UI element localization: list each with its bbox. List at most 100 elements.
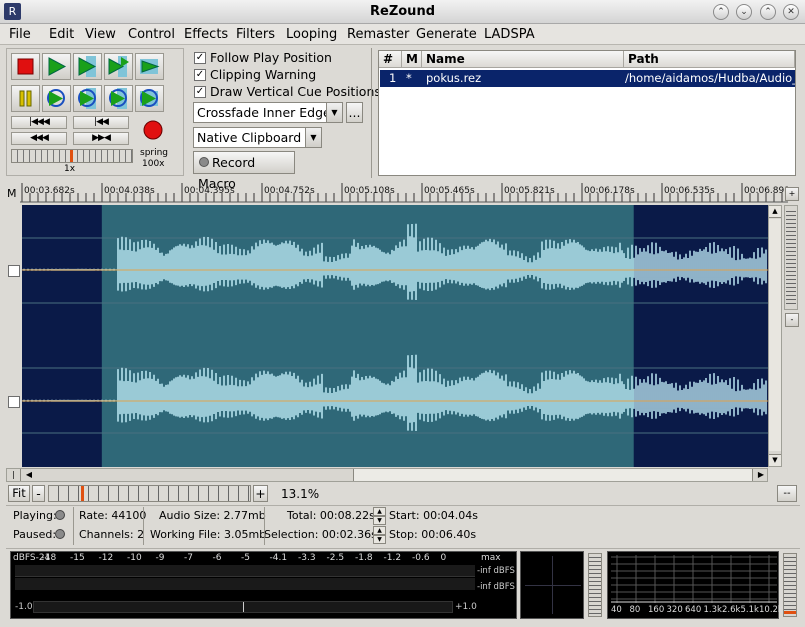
scroll-up-icon[interactable]: ⌃: [713, 4, 729, 20]
chevron-down-icon[interactable]: ▼: [305, 128, 321, 147]
rewind-button[interactable]: ◀◀◀: [11, 132, 67, 145]
column-header-modified[interactable]: M: [402, 51, 422, 68]
loop-gap-button[interactable]: [135, 85, 164, 112]
meter-scale-label: max: [481, 553, 501, 563]
ruler-tick-label: 00:04.752s: [264, 186, 315, 196]
column-header-path[interactable]: Path: [624, 51, 795, 68]
play-all-once-button[interactable]: [42, 53, 71, 80]
zoom-out-button[interactable]: -: [32, 485, 45, 502]
vertical-zoom-slider[interactable]: [784, 205, 798, 310]
stop-down-icon[interactable]: ▼: [373, 535, 386, 544]
analyzer-band-label: 320: [666, 605, 683, 615]
analyzer-zoom-thumb[interactable]: [784, 611, 796, 614]
meter-scale-label: -12: [98, 553, 114, 563]
record-macro-button[interactable]: Record Macro: [193, 151, 295, 191]
menu-looping[interactable]: Looping: [286, 27, 337, 42]
horizontal-scrollbar[interactable]: | ◀ ▶: [6, 468, 768, 482]
start-stepper[interactable]: ▲ ▼: [373, 507, 386, 525]
horizontal-scrollbar-thumb[interactable]: [353, 469, 753, 481]
chevron-down-icon[interactable]: ▼: [326, 103, 342, 122]
jump-to-beginning-button[interactable]: |◀◀◀: [11, 116, 67, 129]
zoom-percent: 13.1%: [281, 487, 320, 501]
loop-selection-button[interactable]: [73, 85, 102, 112]
meter-scale-label: -15: [70, 553, 85, 563]
zoom-in-vertical-button[interactable]: +: [785, 187, 799, 201]
clipping-warning-checkbox[interactable]: ✓: [194, 69, 206, 81]
waveform-vertical-scrollbar[interactable]: ▲ ▼: [768, 205, 782, 467]
ruler-tick-label: 00:06.178s: [584, 186, 635, 196]
waveform-view[interactable]: [22, 205, 768, 467]
total-length: Total: 00:08.22s: [287, 509, 375, 522]
ruler-tick-label: 00:04.038s: [104, 186, 155, 196]
horizontal-zoom-thumb[interactable]: [81, 486, 84, 501]
vertical-zoom-track: [786, 208, 796, 306]
row-number: 1: [389, 71, 397, 85]
start-up-icon[interactable]: ▲: [373, 507, 386, 516]
loop-skip-middle-button[interactable]: [104, 85, 133, 112]
menu-file[interactable]: File: [9, 27, 31, 42]
playing-label: Playing:: [13, 509, 57, 522]
menu-generate[interactable]: Generate: [416, 27, 477, 42]
zoom-fit-button[interactable]: Fit: [8, 485, 30, 502]
pause-button[interactable]: [11, 85, 40, 112]
channel-1-checkbox[interactable]: [8, 265, 20, 277]
collapse-button[interactable]: --: [777, 485, 797, 502]
shuttle-slider[interactable]: [11, 149, 133, 163]
stop-stepper[interactable]: ▲ ▼: [373, 526, 386, 544]
minimize-icon[interactable]: ⌄: [736, 4, 752, 20]
record-button[interactable]: [139, 116, 168, 145]
scroll-up-arrow-icon[interactable]: ▲: [769, 206, 781, 218]
shuttle-slider-thumb[interactable]: [70, 150, 73, 162]
crossfade-select[interactable]: Crossfade Inner Edges ▼: [193, 102, 343, 123]
paused-indicator-icon: [55, 529, 65, 539]
column-header-number[interactable]: #: [379, 51, 402, 68]
analyzer-zoom-slider[interactable]: [783, 553, 797, 617]
menu-ladspa[interactable]: LADSPA: [484, 27, 535, 42]
follow-play-position-checkbox[interactable]: ✓: [194, 52, 206, 64]
time-ruler[interactable]: M 00:03.682s 00:04.038s 00:04.395s 00:04…: [6, 181, 790, 203]
menu-edit[interactable]: Edit: [49, 27, 74, 42]
title-bar[interactable]: R ReZound ⌃ ⌄ ⌃ ✕: [0, 0, 805, 24]
zoom-in-button[interactable]: +: [253, 485, 268, 502]
table-row[interactable]: 1 * pokus.rez /home/aidamos/Hudba/Audio_…: [380, 70, 795, 87]
menu-bar: File Edit View Control Effects Filters L…: [0, 24, 805, 45]
start-down-icon[interactable]: ▼: [373, 516, 386, 525]
play-selection-start-to-end-button[interactable]: [104, 53, 133, 80]
jump-to-start-button[interactable]: |◀◀: [73, 116, 129, 129]
scroll-down-arrow-icon[interactable]: ▼: [769, 454, 781, 466]
waveform-svg[interactable]: [22, 205, 768, 467]
play-selection-once-button[interactable]: [73, 53, 102, 80]
selection-length: Selection: 00:02.36s: [264, 528, 377, 541]
scroll-marker-icon[interactable]: |: [7, 469, 21, 481]
zoom-out-vertical-button[interactable]: -: [785, 313, 799, 327]
column-header-name[interactable]: Name: [422, 51, 624, 68]
draw-vertical-cue-positions-checkbox[interactable]: ✓: [194, 86, 206, 98]
channel-2-checkbox[interactable]: [8, 396, 20, 408]
stop-up-icon[interactable]: ▲: [373, 526, 386, 535]
stop-button[interactable]: [11, 53, 40, 80]
horizontal-zoom-slider[interactable]: [48, 485, 251, 502]
maximize-icon[interactable]: ⌃: [760, 4, 776, 20]
phase-axis-horizontal: [525, 585, 581, 586]
play-to-end-button[interactable]: [135, 53, 164, 80]
menu-filters[interactable]: Filters: [236, 27, 275, 42]
menu-view[interactable]: View: [85, 27, 116, 42]
open-files-list[interactable]: # M Name Path 1 * pokus.rez /home/aidamo…: [378, 50, 796, 176]
analyzer-grid-svg: [611, 555, 777, 603]
menu-control[interactable]: Control: [128, 27, 175, 42]
crossfade-settings-button[interactable]: ...: [346, 102, 363, 123]
clipboard-select-value: Native Clipboard 1: [197, 130, 314, 145]
scroll-right-arrow-icon[interactable]: ▶: [755, 469, 767, 481]
close-icon[interactable]: ✕: [783, 4, 799, 20]
clipboard-select[interactable]: Native Clipboard 1 ▼: [193, 127, 322, 148]
ruler-tick-label: 00:05.108s: [344, 186, 395, 196]
menu-remaster[interactable]: Remaster: [347, 27, 409, 42]
level-meters: dBFS-24 -18 -15 -12 -10 -9 -7 -6 -5 -4.1 -3.3 -2.5-…: [10, 551, 517, 619]
vertical-scrollbar-thumb[interactable]: [769, 219, 781, 451]
phase-zoom-slider[interactable]: [588, 553, 602, 617]
scroll-left-arrow-icon[interactable]: ◀: [23, 469, 35, 481]
menu-effects[interactable]: Effects: [184, 27, 228, 42]
fast-forward-button[interactable]: ▶▶◀: [73, 132, 129, 145]
meter-scale-label: -3.3: [298, 553, 316, 563]
loop-all-button[interactable]: [42, 85, 71, 112]
